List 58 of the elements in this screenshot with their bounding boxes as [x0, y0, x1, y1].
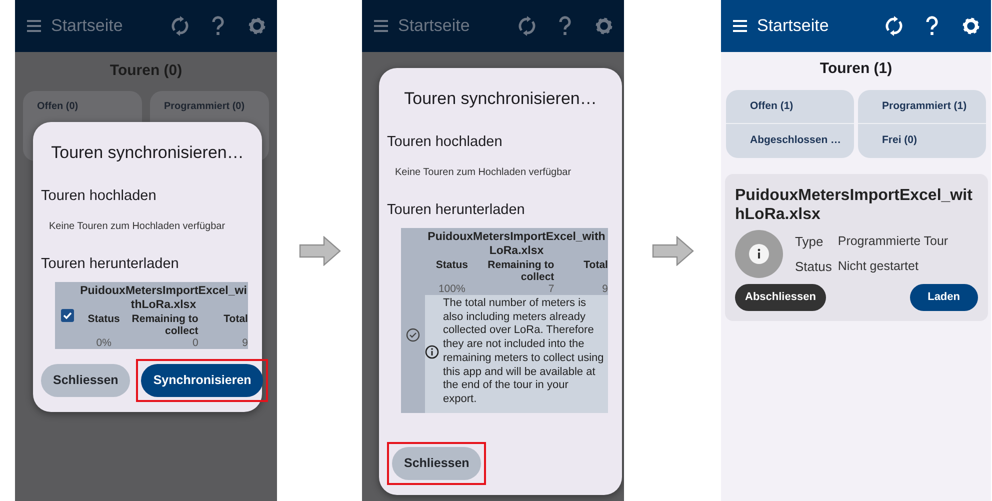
- column-header: Remaining to collect: [130, 312, 198, 337]
- section-heading: Touren hochladen: [387, 132, 504, 152]
- section-heading: Touren herunterladen: [387, 201, 526, 220]
- sync-icon[interactable]: [518, 16, 536, 36]
- settings-icon[interactable]: [594, 16, 614, 36]
- load-button[interactable]: Laden: [910, 284, 978, 311]
- help-icon[interactable]: [925, 16, 939, 36]
- app-title: Startseite: [757, 15, 830, 38]
- arrow-icon: [298, 236, 340, 266]
- filter-button[interactable]: Abgeschlossen …: [726, 123, 854, 158]
- help-icon[interactable]: [558, 16, 572, 36]
- table-cell-text: 7: [547, 282, 554, 295]
- section-heading: Touren herunterladen: [41, 255, 180, 274]
- column-header: Status: [86, 312, 121, 327]
- column-header: Total: [222, 312, 248, 327]
- menu-icon[interactable]: [733, 20, 747, 32]
- dialog-title: Touren synchronisieren…: [403, 88, 598, 110]
- field-label: Status: [795, 258, 832, 276]
- table-cell-text: 9: [601, 282, 608, 295]
- menu-icon[interactable]: [27, 20, 41, 32]
- arrow-icon: [652, 236, 694, 266]
- column-header: Total: [582, 258, 608, 273]
- table-cell-text: 0%: [95, 336, 112, 349]
- filter-button[interactable]: Offen (1): [726, 90, 854, 124]
- sync-icon[interactable]: [885, 16, 903, 36]
- close-button[interactable]: Schliessen: [392, 447, 482, 480]
- checkbox-checked[interactable]: [60, 308, 74, 322]
- sync-icon[interactable]: [171, 16, 189, 36]
- table-cell-text: 0: [191, 336, 198, 349]
- column-header: Remaining to collect: [486, 258, 554, 283]
- info-text: Keine Touren zum Hochladen verfügbar: [49, 220, 226, 234]
- close-button[interactable]: Schliessen: [41, 364, 130, 397]
- info-icon: [425, 344, 439, 359]
- screen-heading: Touren (0): [108, 61, 184, 81]
- menu-icon[interactable]: [374, 20, 388, 32]
- app-title: Startseite: [51, 15, 124, 38]
- info-text: Keine Touren zum Hochladen verfügbar: [395, 166, 572, 180]
- info-icon: [749, 244, 769, 264]
- table-cell-text: 100%: [437, 282, 466, 295]
- note-text: The total number of meters is also including meters already collected over LoRa. Therefore they are not included into the remaining meters to collect using this app and will be available at the end of the tour in your export.: [443, 296, 604, 407]
- tour-name: PuidouxMetersImportExcel_withLoRa.xlsx: [426, 230, 606, 259]
- tour-title: PuidouxMetersImportExcel_withLoRa.xlsx: [735, 186, 974, 224]
- column-header: Status: [434, 258, 469, 273]
- field-value: Nicht gestartet: [838, 258, 920, 276]
- help-icon[interactable]: [211, 16, 225, 36]
- sync-button[interactable]: Synchronisieren: [141, 364, 264, 397]
- field-label: Type: [795, 232, 824, 251]
- app-title: Startseite: [398, 15, 471, 38]
- tour-name: PuidouxMetersImportExcel_withLoRa.xlsx: [79, 284, 248, 313]
- filter-button[interactable]: Frei (0): [858, 123, 986, 158]
- filter-button[interactable]: Programmiert (1): [858, 90, 986, 124]
- finish-button[interactable]: Abschliessen: [735, 284, 826, 311]
- table-cell-text: 9: [241, 336, 248, 349]
- field-value: Programmierte Tour: [838, 232, 948, 250]
- check-circle-icon: [406, 328, 420, 342]
- settings-icon[interactable]: [247, 16, 267, 36]
- section-heading: Touren hochladen: [41, 186, 158, 206]
- screen-heading: Touren (1): [818, 59, 894, 79]
